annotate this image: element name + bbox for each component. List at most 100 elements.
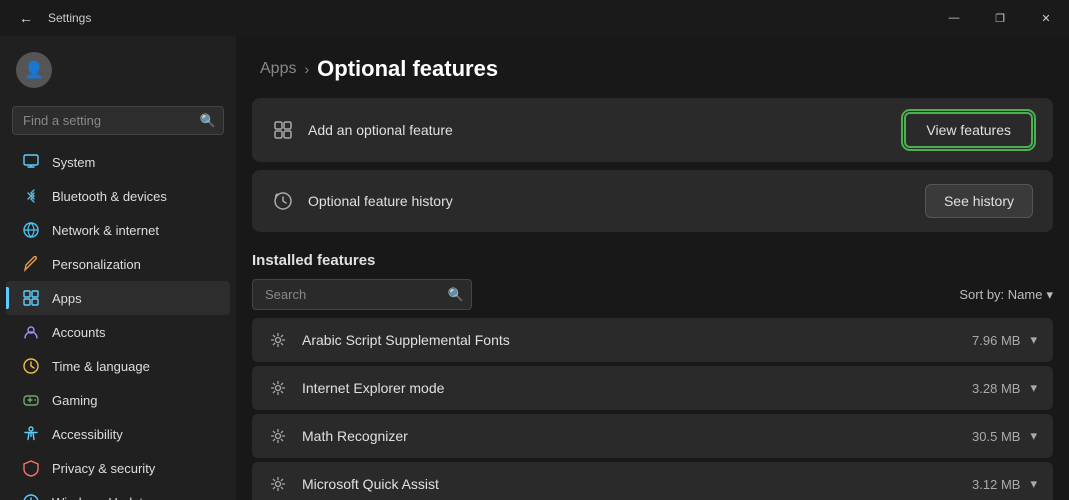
installed-section: Installed features 🔍 Sort by: Name ▾ Ara… bbox=[236, 240, 1069, 500]
feature-item-chevron-icon: ▾ bbox=[1030, 476, 1037, 492]
accessibility-nav-icon bbox=[22, 425, 40, 443]
feature-item-size: 7.96 MB bbox=[972, 333, 1020, 348]
accounts-nav-icon bbox=[22, 323, 40, 341]
add-feature-icon bbox=[272, 119, 294, 141]
feature-item-right: 3.12 MB ▾ bbox=[972, 476, 1037, 492]
close-button[interactable]: ✕ bbox=[1023, 0, 1069, 36]
apps-nav-label: Apps bbox=[52, 291, 82, 306]
main-layout: 👤 🔍 System Bluetooth & devices Network &… bbox=[0, 36, 1069, 500]
window-controls: — ❐ ✕ bbox=[931, 0, 1069, 36]
feature-item-name: Arabic Script Supplemental Fonts bbox=[302, 332, 510, 348]
sidebar-search-icon: 🔍 bbox=[200, 113, 216, 129]
history-left: Optional feature history bbox=[272, 190, 453, 212]
feature-item-chevron-icon: ▾ bbox=[1030, 428, 1037, 444]
windows-update-nav-icon bbox=[22, 493, 40, 500]
sort-dropdown[interactable]: Sort by: Name ▾ bbox=[959, 287, 1053, 303]
sidebar-item-time[interactable]: Time & language bbox=[6, 349, 230, 383]
content-area: Apps › Optional features Add an optional… bbox=[236, 36, 1069, 500]
titlebar: ← Settings — ❐ ✕ bbox=[0, 0, 1069, 36]
breadcrumb-apps[interactable]: Apps bbox=[260, 60, 296, 78]
gaming-nav-label: Gaming bbox=[52, 393, 98, 408]
accounts-nav-label: Accounts bbox=[52, 325, 105, 340]
minimize-button[interactable]: — bbox=[931, 0, 977, 36]
avatar-icon: 👤 bbox=[24, 60, 44, 80]
see-history-button[interactable]: See history bbox=[925, 184, 1033, 218]
feature-item-icon bbox=[268, 426, 288, 446]
history-label: Optional feature history bbox=[308, 193, 453, 209]
sidebar-search-box: 🔍 bbox=[12, 106, 224, 135]
feature-list-item[interactable]: Microsoft Quick Assist 3.12 MB ▾ bbox=[252, 462, 1053, 500]
accessibility-nav-label: Accessibility bbox=[52, 427, 123, 442]
add-feature-left: Add an optional feature bbox=[272, 119, 453, 141]
feature-item-chevron-icon: ▾ bbox=[1030, 332, 1037, 348]
feature-item-right: 3.28 MB ▾ bbox=[972, 380, 1037, 396]
apps-nav-icon bbox=[22, 289, 40, 307]
feature-item-left: Internet Explorer mode bbox=[268, 378, 444, 398]
sidebar-item-network[interactable]: Network & internet bbox=[6, 213, 230, 247]
add-feature-label: Add an optional feature bbox=[308, 122, 453, 138]
titlebar-title: Settings bbox=[48, 11, 91, 25]
feature-item-chevron-icon: ▾ bbox=[1030, 380, 1037, 396]
feature-item-name: Microsoft Quick Assist bbox=[302, 476, 439, 492]
minimize-icon: — bbox=[949, 12, 960, 24]
back-button[interactable]: ← bbox=[12, 4, 40, 32]
feature-item-name: Internet Explorer mode bbox=[302, 380, 444, 396]
feature-item-size: 3.12 MB bbox=[972, 477, 1020, 492]
feature-item-icon bbox=[268, 378, 288, 398]
feature-list-item[interactable]: Arabic Script Supplemental Fonts 7.96 MB… bbox=[252, 318, 1053, 362]
installed-title: Installed features bbox=[252, 252, 1053, 269]
sidebar-item-gaming[interactable]: Gaming bbox=[6, 383, 230, 417]
bluetooth-nav-label: Bluetooth & devices bbox=[52, 189, 167, 204]
sort-chevron-icon: ▾ bbox=[1046, 287, 1053, 303]
view-features-button[interactable]: View features bbox=[904, 112, 1033, 148]
close-icon: ✕ bbox=[1041, 12, 1050, 25]
nav-items-container: System Bluetooth & devices Network & int… bbox=[0, 145, 236, 500]
feature-list-item[interactable]: Internet Explorer mode 3.28 MB ▾ bbox=[252, 366, 1053, 410]
feature-list: Arabic Script Supplemental Fonts 7.96 MB… bbox=[252, 318, 1053, 500]
system-nav-label: System bbox=[52, 155, 95, 170]
sidebar-item-apps[interactable]: Apps bbox=[6, 281, 230, 315]
feature-item-icon bbox=[268, 330, 288, 350]
windows-update-nav-label: Windows Update bbox=[52, 495, 150, 500]
feature-item-right: 7.96 MB ▾ bbox=[972, 332, 1037, 348]
sidebar-item-windows-update[interactable]: Windows Update bbox=[6, 485, 230, 500]
avatar: 👤 bbox=[16, 52, 52, 88]
feature-item-size: 30.5 MB bbox=[972, 429, 1020, 444]
restore-icon: ❐ bbox=[995, 12, 1005, 25]
back-icon: ← bbox=[19, 10, 33, 26]
feature-item-left: Microsoft Quick Assist bbox=[268, 474, 439, 494]
installed-toolbar: 🔍 Sort by: Name ▾ bbox=[252, 279, 1053, 310]
page-title: Optional features bbox=[317, 56, 498, 82]
feature-list-item[interactable]: Math Recognizer 30.5 MB ▾ bbox=[252, 414, 1053, 458]
sidebar-item-bluetooth[interactable]: Bluetooth & devices bbox=[6, 179, 230, 213]
time-nav-label: Time & language bbox=[52, 359, 150, 374]
gaming-nav-icon bbox=[22, 391, 40, 409]
sidebar-item-accessibility[interactable]: Accessibility bbox=[6, 417, 230, 451]
installed-search-box: 🔍 bbox=[252, 279, 472, 310]
add-feature-card: Add an optional feature View features bbox=[252, 98, 1053, 162]
privacy-nav-icon bbox=[22, 459, 40, 477]
user-section: 👤 bbox=[0, 44, 236, 100]
feature-item-left: Math Recognizer bbox=[268, 426, 408, 446]
restore-button[interactable]: ❐ bbox=[977, 0, 1023, 36]
sort-label-text: Sort by: Name bbox=[959, 287, 1042, 302]
network-nav-label: Network & internet bbox=[52, 223, 159, 238]
feature-item-icon bbox=[268, 474, 288, 494]
system-nav-icon bbox=[22, 153, 40, 171]
history-card: Optional feature history See history bbox=[252, 170, 1053, 232]
history-icon bbox=[272, 190, 294, 212]
personalization-nav-icon bbox=[22, 255, 40, 273]
sidebar-search-input[interactable] bbox=[12, 106, 224, 135]
breadcrumb-separator: › bbox=[304, 61, 309, 77]
bluetooth-nav-icon bbox=[22, 187, 40, 205]
feature-item-name: Math Recognizer bbox=[302, 428, 408, 444]
sidebar-item-system[interactable]: System bbox=[6, 145, 230, 179]
sidebar-item-accounts[interactable]: Accounts bbox=[6, 315, 230, 349]
feature-item-size: 3.28 MB bbox=[972, 381, 1020, 396]
sidebar-item-privacy[interactable]: Privacy & security bbox=[6, 451, 230, 485]
sidebar-item-personalization[interactable]: Personalization bbox=[6, 247, 230, 281]
network-nav-icon bbox=[22, 221, 40, 239]
feature-item-right: 30.5 MB ▾ bbox=[972, 428, 1037, 444]
installed-search-input[interactable] bbox=[252, 279, 472, 310]
installed-search-icon: 🔍 bbox=[448, 287, 464, 303]
